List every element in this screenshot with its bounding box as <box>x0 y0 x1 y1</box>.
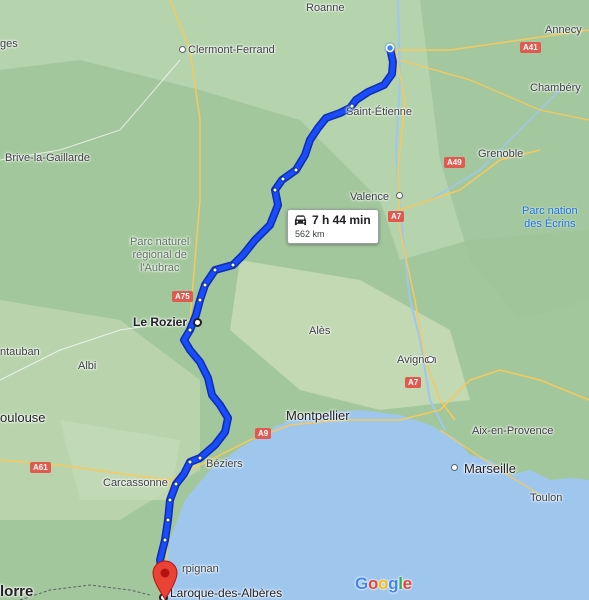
city-label-toulon: Toulon <box>530 492 563 504</box>
route-duration: 7 h 44 min <box>312 213 371 227</box>
city-label-roanne: Roanne <box>306 2 345 14</box>
origin-marker[interactable] <box>193 318 202 327</box>
road-shield-a41: A41 <box>520 42 541 53</box>
city-label-saint-etienne: Saint-Étienne <box>346 106 413 118</box>
city-label-brive: Brive-la-Gaillarde <box>5 152 90 164</box>
road-shield-a49: A49 <box>444 157 465 168</box>
google-logo-g2: g <box>388 574 399 593</box>
country-label-andorre: lorre <box>0 583 34 600</box>
city-label-chambery: Chambéry <box>530 82 581 94</box>
road-shield-a7-south: A7 <box>405 377 422 388</box>
road-shield-a61: A61 <box>30 462 51 473</box>
city-label-albi: Albi <box>78 360 97 372</box>
city-dot-marseille <box>451 464 458 471</box>
city-dot-avignon <box>427 356 434 363</box>
city-dot-valence <box>396 192 403 199</box>
google-logo-o2: o <box>378 574 389 593</box>
road-shield-a7: A7 <box>388 211 405 222</box>
city-label-toulouse: oulouse <box>0 410 46 425</box>
park-label-ecrins: Parc nation des Écrins <box>522 205 578 230</box>
city-label-carcassonne: Carcassonne <box>103 477 168 489</box>
city-label-aix: Aix-en-Provence <box>472 425 554 437</box>
road-shield-a9: A9 <box>255 428 272 439</box>
google-logo-g1: G <box>355 574 368 593</box>
city-label-ges: ges <box>0 38 18 50</box>
city-label-montpellier: Montpellier <box>286 408 350 423</box>
city-label-annecy: Annecy <box>545 24 582 36</box>
city-label-perpignan: rpignan <box>182 563 219 575</box>
city-label-clermont-ferrand: Clermont-Ferrand <box>188 44 275 56</box>
destination-pin-icon[interactable] <box>150 560 180 600</box>
road-shield-a75: A75 <box>172 291 193 302</box>
google-logo-e: e <box>402 574 412 593</box>
origin-dot[interactable] <box>385 43 395 53</box>
car-icon <box>294 215 307 226</box>
city-dot-clermont <box>179 46 186 53</box>
google-logo: Google <box>355 574 412 594</box>
city-label-marseille: Marseille <box>464 461 517 476</box>
map-canvas[interactable]: Roanne Annecy Clermont-Ferrand Chambéry … <box>0 0 589 600</box>
city-label-valence: Valence <box>350 191 389 203</box>
map-terrain <box>0 0 589 600</box>
park-label-aubrac: Parc naturel régional de l'Aubrac <box>130 236 190 274</box>
city-label-montauban: ntauban <box>0 346 40 358</box>
city-label-ales: Alès <box>309 325 331 337</box>
city-label-beziers: Béziers <box>206 458 243 470</box>
route-distance: 562 km <box>295 229 325 239</box>
destination-label: Laroque-des-Albères <box>170 586 283 600</box>
city-label-grenoble: Grenoble <box>478 148 524 160</box>
route-info-callout[interactable]: 7 h 44 min 562 km <box>287 209 379 244</box>
google-logo-o1: o <box>367 574 379 593</box>
origin-label: Le Rozier <box>133 315 188 329</box>
